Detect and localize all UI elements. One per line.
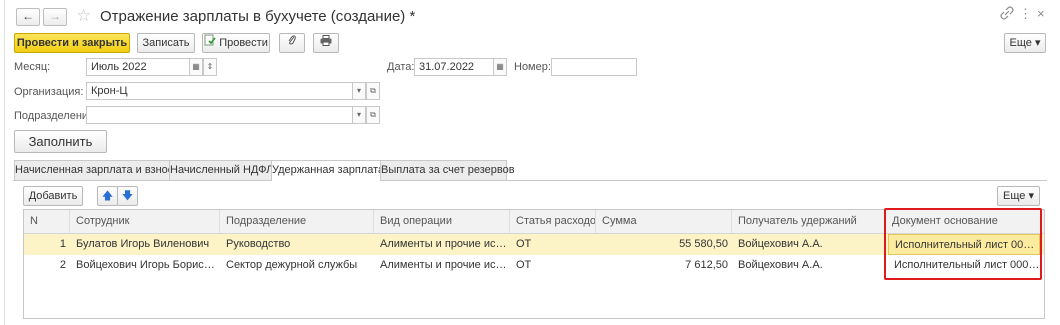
link-icon[interactable]	[1000, 6, 1014, 24]
open-link-icon: ⧉	[370, 110, 376, 119]
cell-operation[interactable]: Алименты и прочие испол...	[374, 234, 510, 255]
arrow-up-icon: 🡅	[101, 190, 114, 202]
close-icon[interactable]: ×	[1037, 6, 1045, 22]
month-label: Месяц:	[14, 61, 51, 73]
cell-n: 2	[59, 259, 66, 271]
back-button[interactable]: ←	[16, 8, 40, 26]
column-header-n[interactable]: N	[24, 210, 70, 234]
department-field[interactable]	[86, 106, 353, 124]
forward-button[interactable]: →	[43, 8, 67, 26]
move-down-button[interactable]: 🡇	[117, 186, 138, 206]
tabs-baseline	[13, 180, 1047, 181]
cell-department[interactable]: Сектор дежурной службы	[220, 255, 374, 276]
post-button-label: Провести	[219, 37, 268, 49]
organization-open-button[interactable]: ⧉	[366, 82, 380, 100]
post-doc-icon	[204, 34, 216, 52]
page-title: Отражение зарплаты в бухучете (создание)…	[100, 8, 416, 25]
open-link-icon: ⧉	[370, 86, 376, 95]
printer-icon	[320, 34, 332, 52]
month-field[interactable]: Июль 2022	[86, 58, 190, 76]
tab-accrued-salary[interactable]: Начисленная зарплата и взносы	[14, 160, 181, 180]
add-button[interactable]: Добавить	[23, 186, 83, 206]
number-field[interactable]	[551, 58, 637, 76]
table-more-button[interactable]: Еще ▾	[997, 186, 1040, 206]
column-header-department[interactable]: Подразделение	[220, 210, 374, 234]
month-calendar-button[interactable]: ▦	[189, 58, 203, 76]
tab-reserve-payment[interactable]: Выплата за счет резервов	[380, 160, 515, 180]
tab-withheld-salary[interactable]: Удержанная зарплата	[271, 160, 384, 181]
attach-button[interactable]	[279, 33, 305, 53]
more-button[interactable]: Еще ▾	[1004, 33, 1046, 53]
arrow-left-icon: ←	[22, 9, 34, 23]
cell-operation[interactable]: Алименты и прочие испол...	[374, 255, 510, 276]
cell-sum[interactable]: 55 580,50	[596, 234, 732, 255]
fill-button[interactable]: Заполнить	[14, 130, 107, 153]
spin-icon: ⇕	[206, 62, 214, 71]
organization-dropdown-button[interactable]: ▾	[352, 82, 366, 100]
organization-field[interactable]: Крон-Ц	[86, 82, 353, 100]
date-calendar-button[interactable]: ▦	[493, 58, 507, 76]
column-header-cost-item[interactable]: Статья расходов	[510, 210, 596, 234]
arrow-right-icon: →	[49, 9, 61, 23]
month-spin-button[interactable]: ⇕	[203, 58, 217, 76]
cell-n: 1	[59, 238, 66, 250]
more-vert-icon[interactable]: ⋮	[1019, 6, 1032, 22]
highlight-box	[884, 208, 1042, 280]
column-header-recipient[interactable]: Получатель удержаний	[732, 210, 886, 234]
post-and-close-button[interactable]: Провести и закрыть	[14, 33, 130, 53]
cell-employee[interactable]: Булатов Игорь Виленович	[70, 234, 220, 255]
date-label: Дата:	[387, 61, 415, 73]
paperclip-icon	[287, 34, 297, 52]
favorite-star-icon[interactable]: ☆	[76, 6, 91, 26]
date-field[interactable]: 31.07.2022	[414, 58, 494, 76]
cell-cost-item[interactable]: ОТ	[510, 234, 596, 255]
cell-recipient[interactable]: Войцехович А.А.	[732, 234, 886, 255]
cell-employee[interactable]: Войцехович Игорь Борисович	[70, 255, 220, 276]
arrow-down-icon: 🡇	[121, 190, 134, 202]
post-button[interactable]: Провести	[202, 33, 270, 53]
department-open-button[interactable]: ⧉	[366, 106, 380, 124]
department-dropdown-button[interactable]: ▾	[352, 106, 366, 124]
cell-sum[interactable]: 7 612,50	[596, 255, 732, 276]
window-left-border	[4, 0, 5, 325]
calendar-icon: ▦	[496, 62, 504, 71]
calendar-icon: ▦	[192, 62, 200, 71]
move-up-button[interactable]: 🡅	[97, 186, 118, 206]
print-button[interactable]	[313, 33, 339, 53]
cell-cost-item[interactable]: ОТ	[510, 255, 596, 276]
column-header-operation[interactable]: Вид операции	[374, 210, 510, 234]
tab-accrued-ndfl[interactable]: Начисленный НДФЛ	[169, 160, 273, 180]
chevron-down-icon: ▾	[356, 110, 361, 119]
save-button[interactable]: Записать	[137, 33, 195, 53]
organization-label: Организация:	[14, 86, 84, 98]
column-header-sum[interactable]: Сумма	[596, 210, 732, 234]
chevron-down-icon: ▾	[356, 86, 361, 95]
department-label: Подразделение:	[14, 110, 98, 122]
cell-department[interactable]: Руководство	[220, 234, 374, 255]
cell-recipient[interactable]: Войцехович А.А.	[732, 255, 886, 276]
number-label: Номер:	[514, 61, 551, 73]
column-header-employee[interactable]: Сотрудник	[70, 210, 220, 234]
